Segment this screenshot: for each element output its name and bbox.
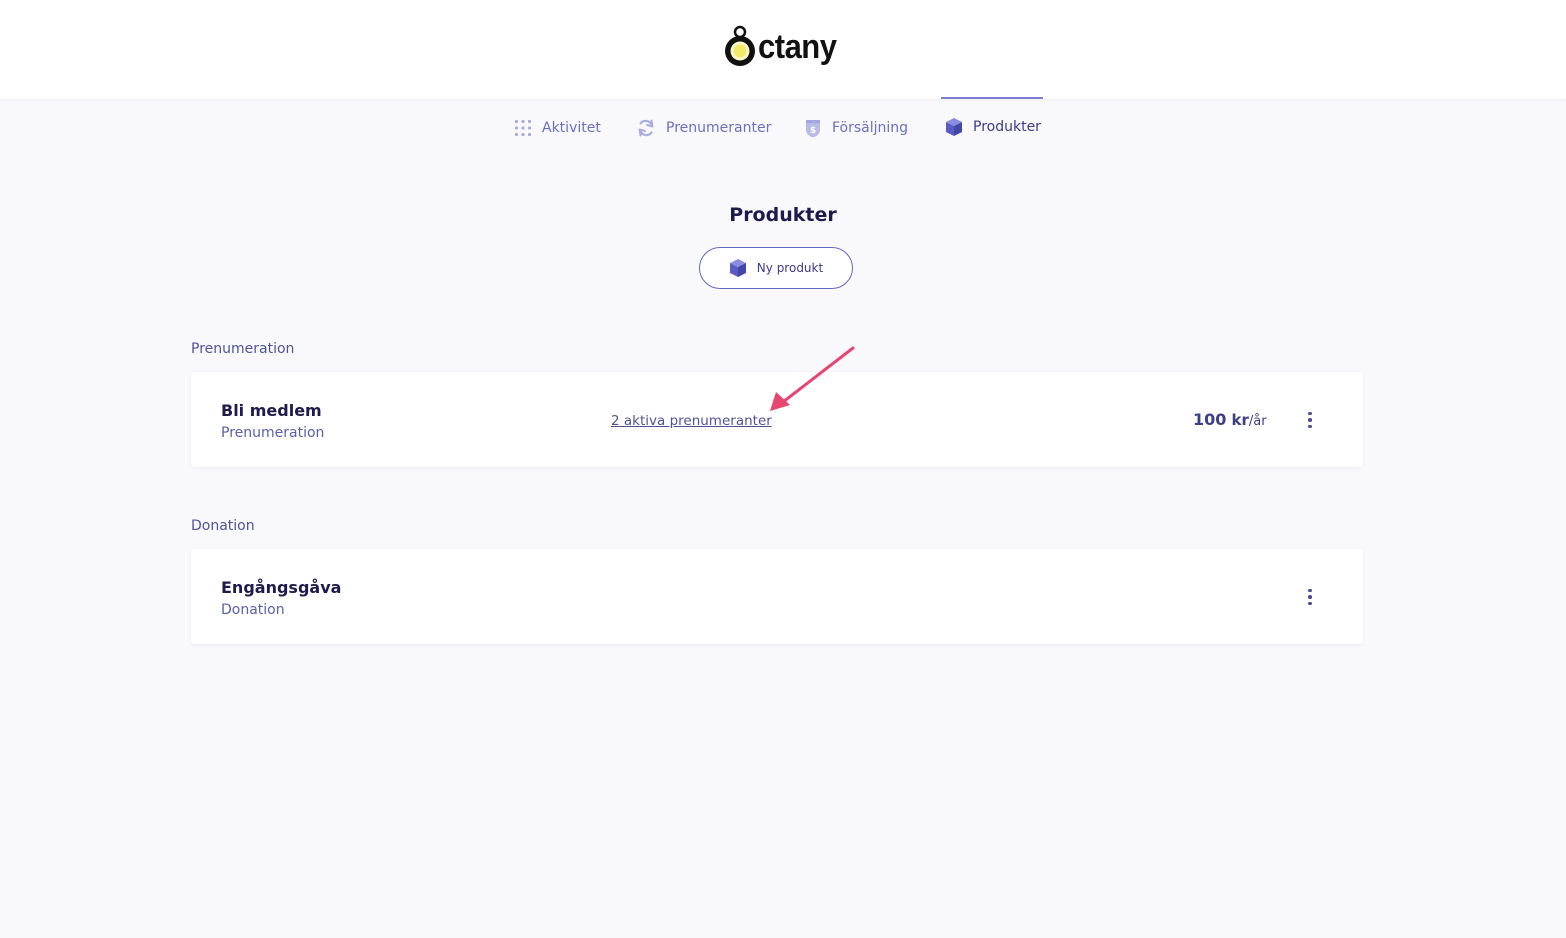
product-card[interactable]: Engångsgåva Donation [191, 549, 1363, 644]
grid-icon [515, 119, 531, 136]
more-options-icon[interactable] [1299, 409, 1321, 431]
product-name: Engångsgåva [221, 578, 342, 597]
dollar-shield-icon: $ [806, 119, 820, 137]
new-product-button[interactable]: Ny produkt [699, 247, 853, 289]
section-label-donation: Donation [191, 518, 255, 534]
nav-label-aktivitet: Aktivitet [542, 119, 601, 136]
nav-item-produkter[interactable]: Produkter [941, 97, 1043, 154]
svg-text:$: $ [810, 126, 816, 136]
product-price: 100 kr/år [1193, 410, 1267, 429]
nav-item-prenumeranter[interactable]: Prenumeranter [636, 97, 771, 156]
price-unit: kr [1231, 411, 1249, 429]
nav-item-forsaljning[interactable]: $ Försäljning [804, 97, 908, 156]
price-period: /år [1248, 414, 1267, 429]
nav-label-forsaljning: Försäljning [832, 119, 909, 136]
refresh-icon [638, 119, 654, 136]
product-type: Donation [221, 602, 285, 618]
logo-mark-icon [725, 25, 755, 66]
more-options-icon[interactable] [1299, 586, 1321, 608]
section-label-prenumeration: Prenumeration [191, 341, 295, 357]
cube-icon [946, 117, 962, 136]
product-type: Prenumeration [221, 425, 325, 441]
new-product-label: Ny produkt [756, 261, 824, 275]
nav-label-produkter: Produkter [973, 118, 1041, 135]
nav-item-aktivitet[interactable]: Aktivitet [514, 97, 601, 156]
product-name: Bli medlem [221, 401, 322, 420]
top-bar: ctany [0, 0, 1566, 99]
main-navigation: Aktivitet Prenumeranter $ Försäljning Pr… [0, 97, 1566, 157]
product-card[interactable]: Bli medlem Prenumeration 2 aktiva prenum… [191, 372, 1363, 467]
page-title: Produkter [729, 204, 837, 226]
brand-name: ctany [758, 27, 837, 66]
price-amount: 100 [1193, 410, 1227, 429]
cube-icon [729, 259, 746, 277]
nav-label-prenumeranter: Prenumeranter [666, 119, 772, 136]
brand-logo[interactable]: ctany [723, 24, 837, 70]
active-subscribers-link[interactable]: 2 aktiva prenumeranter [611, 413, 772, 429]
